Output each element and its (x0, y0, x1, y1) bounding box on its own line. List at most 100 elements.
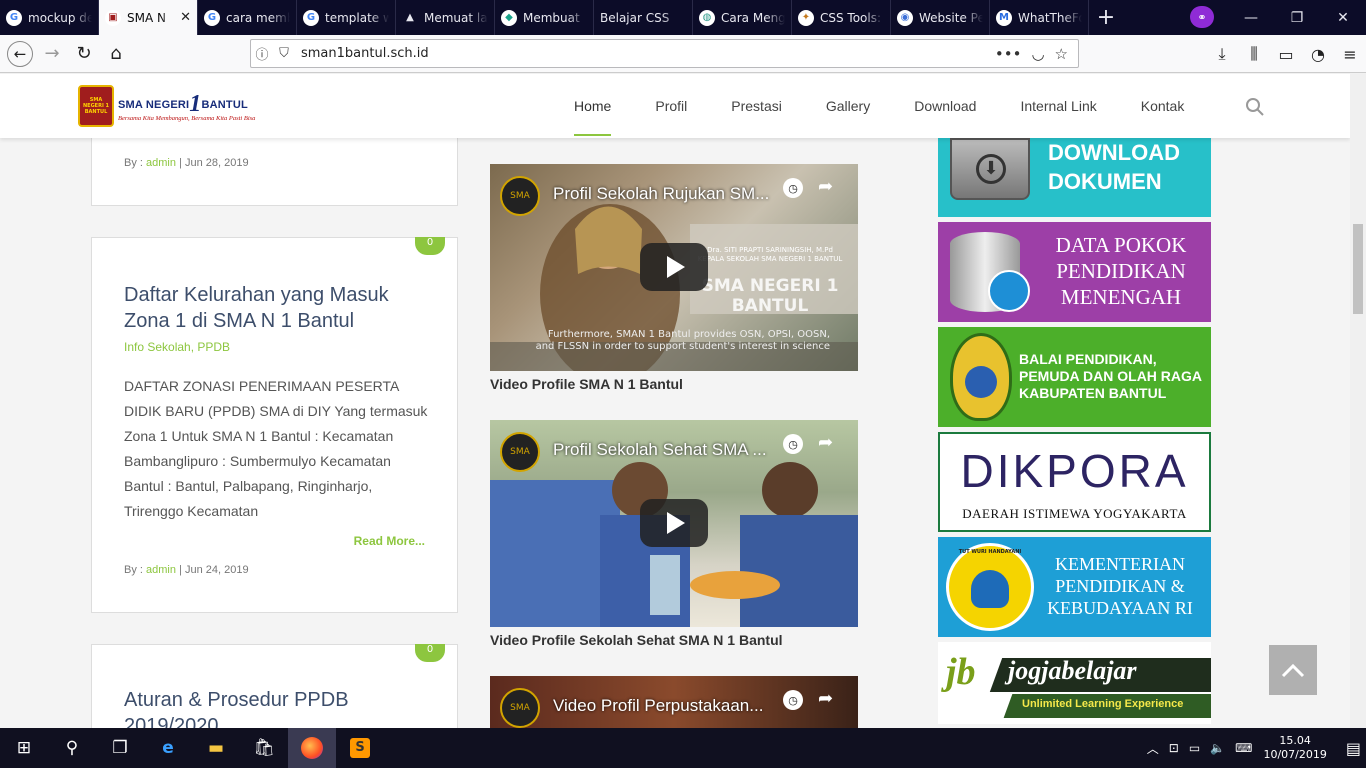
video-player[interactable]: SMA Profil Sekolah Sehat SMA ... ◷ ➦ (490, 420, 858, 627)
forward-button[interactable]: → (36, 38, 68, 70)
nav-gallery[interactable]: Gallery (804, 74, 892, 138)
nav-kontak[interactable]: Kontak (1119, 74, 1207, 138)
browser-tab[interactable]: ▲ Memuat la (396, 0, 495, 35)
sidebar-icon[interactable]: ▭ (1270, 45, 1302, 64)
read-more-link[interactable]: Read More... (354, 534, 425, 548)
banner-jogjabelajar[interactable]: jb jogjabelajar Unlimited Learning Exper… (938, 642, 1211, 724)
video-title[interactable]: Video Profil Perpustakaan... (553, 696, 763, 716)
file-explorer-icon[interactable]: ▬ (192, 728, 240, 768)
video-title[interactable]: Profil Sekolah Sehat SMA ... (553, 440, 767, 460)
windows-start-icon[interactable]: ⊞ (0, 728, 48, 768)
video-player[interactable]: SMA Video Profil Perpustakaan... ◷ ➦ (490, 676, 858, 728)
bookmark-star-icon[interactable]: ☆ (1055, 45, 1068, 63)
display-icon[interactable]: ▭ (1184, 741, 1205, 755)
banner-dikpora[interactable]: DIKPORA DAERAH ISTIMEWA YOGYAKARTA (938, 432, 1211, 532)
browser-tab[interactable]: Gcara memb (198, 0, 297, 35)
new-tab-button[interactable]: + (1089, 0, 1123, 35)
browser-tab-label: SMA N (127, 10, 166, 25)
share-icon[interactable]: ➦ (818, 176, 833, 197)
banner-line1: jogjabelajar (1008, 656, 1137, 685)
search-icon[interactable] (1246, 98, 1264, 116)
banner-line3: MENENGAH (1060, 285, 1182, 309)
banner-balai-pendidikan[interactable]: BALAI PENDIDIKAN, PEMUDA DAN OLAH RAGA K… (938, 327, 1211, 427)
play-button[interactable] (640, 243, 708, 291)
download-icon[interactable]: ⤓ (1206, 44, 1238, 64)
nav-internal-link[interactable]: Internal Link (998, 74, 1118, 138)
home-button[interactable]: ⌂ (100, 38, 132, 70)
browser-tab[interactable]: ◉ Website Pe (891, 0, 990, 35)
address-bar[interactable]: ⓘ ⛉ sman1bantul.sch.id ••• ◡ ☆ (250, 39, 1079, 68)
firefox-icon[interactable] (288, 728, 336, 768)
post-categories[interactable]: Info Sekolah, PPDB (124, 340, 230, 354)
search-icon[interactable]: ⚲ (48, 728, 96, 768)
browser-tab[interactable]: M WhatTheFo (990, 0, 1089, 35)
library-icon[interactable]: ⫼ (1238, 44, 1270, 64)
back-button[interactable]: ← (4, 38, 36, 70)
site-logo[interactable]: SMA NEGERI 1 BANTUL SMA NEGERI1BANTUL Be… (78, 84, 258, 128)
banner-dapodik[interactable]: DATA POKOK PENDIDIKAN MENENGAH (938, 222, 1211, 322)
store-icon[interactable]: 🛍 (240, 728, 288, 768)
page-scrollbar[interactable] (1350, 74, 1366, 728)
account-icon[interactable]: ◔ (1302, 45, 1334, 64)
edge-browser-icon[interactable]: e (144, 728, 192, 768)
post-author-link[interactable]: admin (146, 157, 176, 169)
page-actions-icon[interactable]: ••• (995, 45, 1022, 63)
url-text[interactable]: sman1bantul.sch.id (295, 46, 995, 61)
pocket-icon[interactable]: ◡ (1031, 45, 1044, 63)
info-icon[interactable]: ⓘ (251, 44, 273, 63)
watch-later-icon[interactable]: ◷ (783, 178, 803, 198)
browser-tab[interactable]: ◆ Membuat (495, 0, 594, 35)
system-tray: ︿ ⊡ ▭ 🔈 ⌨ 15.04 10/07/2019 ▤ (1142, 728, 1366, 768)
task-view-icon[interactable]: ❐ (96, 728, 144, 768)
sublime-text-icon[interactable]: S (336, 728, 384, 768)
browser-tab[interactable]: Gmockup de (0, 0, 99, 35)
scrollbar-thumb[interactable] (1353, 224, 1363, 314)
menu-icon[interactable]: ≡ (1334, 45, 1366, 64)
reload-button[interactable]: ↻ (68, 38, 100, 70)
wikihow-icon: ◍ (699, 9, 715, 26)
banner-download-dokumen[interactable]: ⬇ DOWNLOAD DOKUMEN (938, 138, 1211, 217)
video-title[interactable]: Profil Sekolah Rujukan SM... (553, 184, 769, 204)
share-icon[interactable]: ➦ (818, 432, 833, 453)
nav-download[interactable]: Download (892, 74, 998, 138)
main-nav: Home Profil Prestasi Gallery Download Interna… (552, 74, 1206, 138)
shield-icon[interactable]: ⛉ (273, 46, 295, 61)
post-title[interactable]: Aturan & Prosedur PPDB 2019/2020 (124, 687, 424, 728)
network-icon[interactable]: ⊡ (1164, 741, 1184, 755)
post-date: Jun 28, 2019 (184, 157, 249, 169)
channel-avatar-icon[interactable]: SMA (500, 176, 540, 216)
notification-icon[interactable]: ▤ (1341, 739, 1366, 758)
back-to-top-button[interactable] (1269, 645, 1317, 695)
minimize-button[interactable]: — (1228, 0, 1274, 35)
banner-line2: DAERAH ISTIMEWA YOGYAKARTA (962, 506, 1187, 521)
close-window-button[interactable]: ✕ (1320, 0, 1366, 35)
volume-icon[interactable]: 🔈 (1205, 741, 1230, 755)
nav-profil[interactable]: Profil (633, 74, 709, 138)
video-player[interactable]: Dra. SITI PRAPTI SARININGSIH, M.Pd KEPAL… (490, 164, 858, 371)
post-author-link[interactable]: admin (146, 564, 176, 576)
nav-home[interactable]: Home (552, 74, 633, 138)
system-clock[interactable]: 15.04 10/07/2019 (1257, 734, 1340, 762)
watch-later-icon[interactable]: ◷ (783, 690, 803, 710)
browser-tab-label: Membuat (523, 10, 580, 25)
comment-count-badge[interactable]: 0 (415, 644, 445, 662)
watch-later-icon[interactable]: ◷ (783, 434, 803, 454)
browser-tab[interactable]: ✦ CSS Tools: (792, 0, 891, 35)
channel-avatar-icon[interactable]: SMA (500, 688, 540, 728)
google-icon: G (303, 9, 319, 26)
comment-count-badge[interactable]: 0 (415, 237, 445, 255)
browser-tab[interactable]: ◍ Cara Meng (693, 0, 792, 35)
post-title[interactable]: Daftar Kelurahan yang Masuk Zona 1 di SM… (124, 282, 424, 334)
browser-tab[interactable]: Belajar CSS (594, 0, 693, 35)
channel-avatar-icon[interactable]: SMA (500, 432, 540, 472)
restore-button[interactable]: ❐ (1274, 0, 1320, 35)
keyboard-icon[interactable]: ⌨ (1230, 741, 1257, 755)
play-button[interactable] (640, 499, 708, 547)
nav-prestasi[interactable]: Prestasi (709, 74, 804, 138)
chevron-up-icon[interactable]: ︿ (1142, 740, 1164, 757)
banner-kemdikbud[interactable]: TUT WURI HANDAYANI KEMENTERIAN PENDIDIKA… (938, 537, 1211, 637)
share-icon[interactable]: ➦ (818, 688, 833, 709)
close-tab-icon[interactable]: ✕ (180, 10, 191, 25)
browser-tab[interactable]: ▣ SMA N ✕ (99, 0, 198, 35)
browser-tab[interactable]: Gtemplate w (297, 0, 396, 35)
